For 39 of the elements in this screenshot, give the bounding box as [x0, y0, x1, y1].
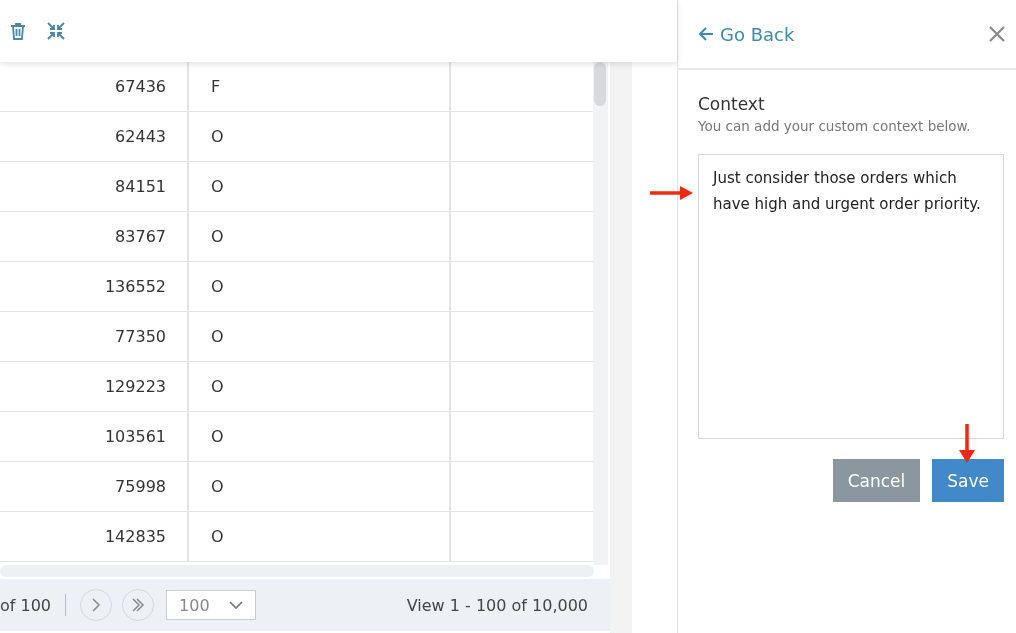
- go-back-link[interactable]: Go Back: [698, 23, 795, 45]
- annotation-arrow-icon: [650, 185, 694, 201]
- table-cell: O: [189, 212, 451, 261]
- table-cell: O: [189, 262, 451, 311]
- table-cell: O: [189, 512, 451, 561]
- table-cell: O: [189, 462, 451, 511]
- table-cell: 84151: [0, 162, 189, 211]
- table-cell: 129223: [0, 362, 189, 411]
- record-summary: View 1 - 100 of 10,000: [406, 595, 588, 615]
- table-cell: 142835: [0, 512, 189, 561]
- trash-icon[interactable]: [8, 21, 28, 41]
- table-cell: 103561: [0, 412, 189, 461]
- arrow-left-icon: [698, 26, 714, 42]
- table-cell: 75998: [0, 462, 189, 511]
- close-icon[interactable]: [988, 25, 1006, 43]
- table-cell: O: [189, 312, 451, 361]
- scrollbar-thumb[interactable]: [594, 62, 606, 106]
- page-size-select[interactable]: 100: [166, 590, 257, 620]
- table-cell: 62443: [0, 112, 189, 161]
- page-total: of 100: [0, 595, 52, 615]
- table-cell: O: [189, 162, 451, 211]
- collapse-icon[interactable]: [46, 21, 66, 41]
- table-cell: O: [189, 362, 451, 411]
- annotation-arrow-icon: [958, 424, 976, 464]
- table-cell: O: [189, 412, 451, 461]
- double-chevron-right-icon: [131, 598, 146, 612]
- table-cell: F: [189, 62, 451, 111]
- section-subtitle: You can add your custom context below.: [698, 118, 972, 134]
- table-cell: O: [189, 112, 451, 161]
- table-cell: 83767: [0, 212, 189, 261]
- caret-icon: [229, 600, 244, 610]
- table-cell: 77350: [0, 312, 189, 361]
- cancel-button[interactable]: Cancel: [832, 459, 921, 502]
- table-cell: 136552: [0, 262, 189, 311]
- save-button[interactable]: Save: [932, 459, 1004, 502]
- table-cell: 67436: [0, 62, 189, 111]
- section-title: Context: [698, 94, 766, 114]
- context-text-area[interactable]: Just consider those orders which have high and urgent order priority.: [698, 154, 1004, 439]
- chevron-right-icon: [90, 598, 103, 612]
